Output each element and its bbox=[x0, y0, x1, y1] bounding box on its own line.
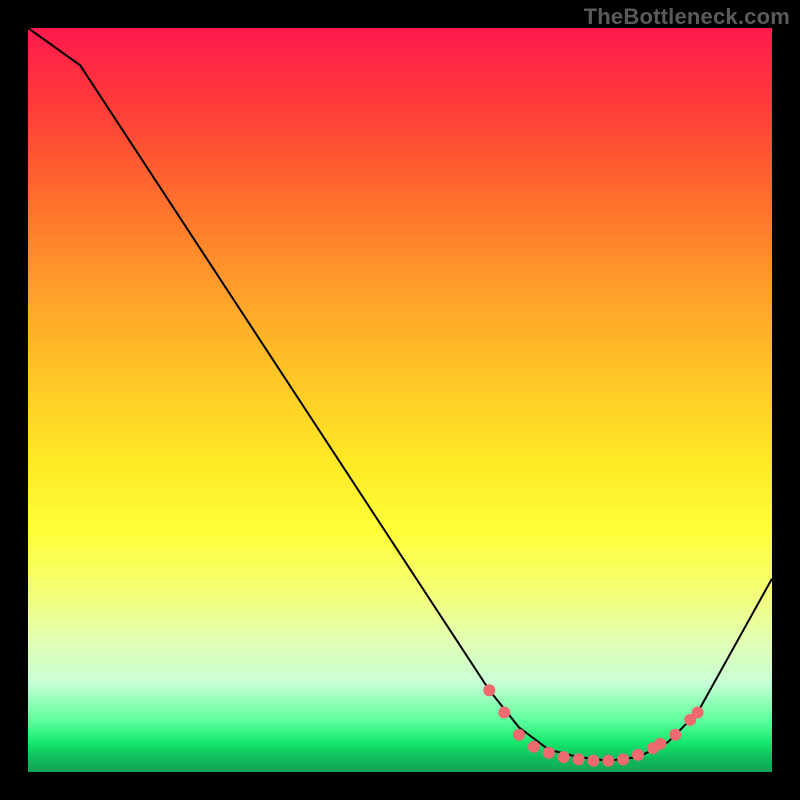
watermark-label: TheBottleneck.com bbox=[584, 4, 790, 30]
chart-frame: TheBottleneck.com bbox=[0, 0, 800, 800]
marker-point bbox=[483, 684, 495, 696]
marker-point bbox=[543, 747, 555, 759]
marker-point bbox=[498, 707, 510, 719]
marker-point bbox=[573, 753, 585, 765]
curve-svg bbox=[28, 28, 772, 772]
marker-point bbox=[528, 741, 540, 753]
marker-point bbox=[669, 729, 681, 741]
marker-point bbox=[587, 755, 599, 767]
marker-point bbox=[632, 749, 644, 761]
marker-point bbox=[513, 729, 525, 741]
marker-point bbox=[654, 738, 666, 750]
marker-point bbox=[558, 751, 570, 763]
plot-area bbox=[28, 28, 772, 772]
marker-point bbox=[602, 755, 614, 767]
bottleneck-curve bbox=[28, 28, 772, 761]
marker-point bbox=[617, 753, 629, 765]
marker-point bbox=[692, 707, 704, 719]
